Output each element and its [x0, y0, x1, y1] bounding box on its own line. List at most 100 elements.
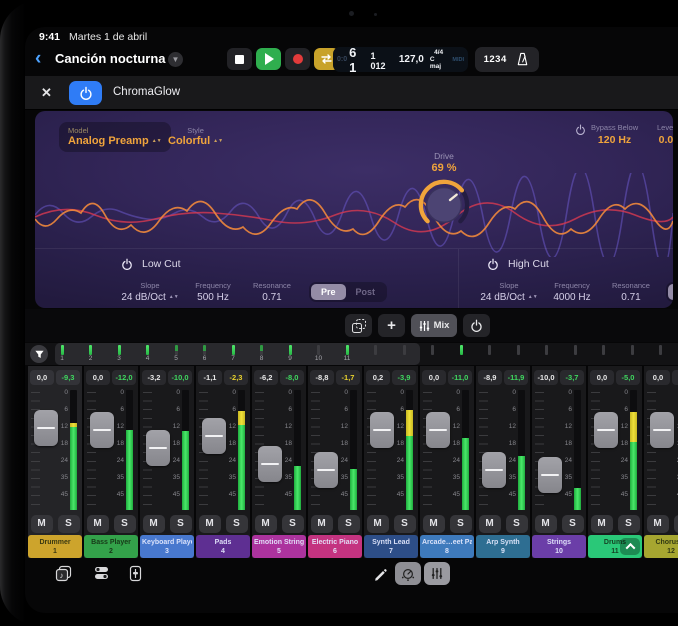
solo-button[interactable]: S	[170, 515, 192, 533]
navigator-channel-meter[interactable]: 4	[138, 345, 158, 363]
plugin-power-button[interactable]	[69, 81, 102, 105]
mute-button[interactable]: M	[423, 515, 445, 533]
fader-handle[interactable]	[426, 412, 450, 448]
solo-button[interactable]: S	[674, 515, 678, 533]
track-label[interactable]: Electric Piano 6	[308, 535, 362, 558]
mute-button[interactable]: M	[311, 515, 333, 533]
volume-value[interactable]: 0,0	[422, 370, 446, 385]
volume-value[interactable]: -3,2	[142, 370, 166, 385]
solo-button[interactable]: S	[282, 515, 304, 533]
mute-button[interactable]: M	[87, 515, 109, 533]
mute-button[interactable]: M	[479, 515, 501, 533]
bypass-power-button[interactable]	[575, 124, 586, 135]
mute-button[interactable]: M	[255, 515, 277, 533]
volume-value[interactable]: -8,9	[478, 370, 502, 385]
solo-button[interactable]: S	[58, 515, 80, 533]
low-cut-resonance[interactable]: Resonance 0.71	[247, 281, 297, 303]
track-label[interactable]: Pads 4	[196, 535, 250, 558]
navigator-channel-meter[interactable]: 9	[280, 345, 300, 363]
navigator-channel-meter[interactable]	[451, 345, 471, 355]
volume-value[interactable]: 0,2	[366, 370, 390, 385]
track-label[interactable]: Keyboard Player 3	[140, 535, 194, 558]
peak-value[interactable]: -8,0	[280, 370, 304, 385]
mute-button[interactable]: M	[31, 515, 53, 533]
mute-button[interactable]: M	[199, 515, 221, 533]
fader-handle[interactable]	[202, 418, 226, 454]
high-cut-resonance[interactable]: Resonance 0.71	[606, 281, 656, 303]
navigator-channel-meter[interactable]: 7	[223, 345, 243, 363]
count-in-button[interactable]: 1234	[484, 54, 507, 65]
browser-button[interactable]	[93, 565, 110, 581]
close-icon[interactable]: ✕	[41, 85, 52, 101]
volume-value[interactable]: -8,8	[310, 370, 334, 385]
navigator-channel-meter[interactable]: 3	[109, 345, 129, 363]
fader-panel-button[interactable]	[129, 565, 142, 582]
low-cut-frequency[interactable]: Frequency 500 Hz	[187, 281, 239, 303]
play-button[interactable]	[256, 48, 281, 70]
solo-button[interactable]: S	[338, 515, 360, 533]
track-label[interactable]: Chorus V 12	[644, 535, 678, 558]
low-cut-power-button[interactable]	[121, 258, 133, 270]
volume-value[interactable]: 0,0	[590, 370, 614, 385]
high-cut-frequency[interactable]: Frequency 4000 Hz	[546, 281, 598, 303]
track-label[interactable]: Drums 11	[588, 535, 642, 558]
solo-button[interactable]: S	[394, 515, 416, 533]
peak-value[interactable]: -3,9	[392, 370, 416, 385]
volume-value[interactable]: -1,1	[198, 370, 222, 385]
volume-value[interactable]: 0,0	[86, 370, 110, 385]
solo-button[interactable]: S	[506, 515, 528, 533]
solo-button[interactable]: S	[226, 515, 248, 533]
navigator-channel-meter[interactable]	[594, 345, 614, 355]
peak-value[interactable]: -2,3	[224, 370, 248, 385]
navigator-channel-meter[interactable]: 8	[252, 345, 272, 363]
peak-value[interactable]: -10,0	[168, 370, 192, 385]
track-label[interactable]: Strings 10	[532, 535, 586, 558]
mute-button[interactable]: M	[535, 515, 557, 533]
solo-button[interactable]: S	[562, 515, 584, 533]
fader-handle[interactable]	[482, 452, 506, 488]
navigator-channel-meter[interactable]	[508, 345, 528, 355]
solo-button[interactable]: S	[114, 515, 136, 533]
mute-button[interactable]: M	[647, 515, 669, 533]
high-cut-slope[interactable]: Slope 24 dB/Oct▲▼	[480, 281, 538, 303]
peak-value[interactable]: -11,0	[448, 370, 472, 385]
solo-button[interactable]: S	[618, 515, 640, 533]
edit-pencil-icon[interactable]	[373, 567, 387, 581]
navigator-channel-meter[interactable]	[480, 345, 500, 355]
mute-button[interactable]: M	[591, 515, 613, 533]
fader-handle[interactable]	[146, 430, 170, 466]
lcd-display[interactable]: 0:0 6 1 1 012 127,0 4/4 C maj MIDI	[333, 47, 468, 72]
song-menu-chevron-icon[interactable]: ▼	[168, 52, 183, 67]
fader-handle[interactable]	[370, 412, 394, 448]
solo-button[interactable]: S	[450, 515, 472, 533]
navigator-channel-meter[interactable]	[622, 345, 642, 355]
track-label[interactable]: Arp Synth 9	[476, 535, 530, 558]
metronome-icon[interactable]	[515, 52, 530, 67]
post-button[interactable]: Post	[346, 284, 386, 300]
navigator-channel-meter[interactable]: 2	[81, 345, 101, 363]
level-control[interactable]: Level 0.0	[657, 123, 673, 146]
mixer-power-button[interactable]	[463, 314, 490, 337]
volume-value[interactable]: -6,2	[254, 370, 278, 385]
model-selector[interactable]: Model Analog Preamp▲▼	[59, 122, 171, 152]
navigator-channel-meter[interactable]	[565, 345, 585, 355]
back-chevron-icon[interactable]: ‹	[35, 48, 41, 70]
fader-handle[interactable]	[90, 412, 114, 448]
track-label[interactable]: Bass Player 2	[84, 535, 138, 558]
peak-value[interactable]: -3,7	[560, 370, 584, 385]
navigator-channel-meter[interactable]: 5	[166, 345, 186, 363]
style-selector[interactable]: Style Colorful▲▼	[168, 126, 223, 147]
track-label[interactable]: Arcade…eet Pad 8	[420, 535, 474, 558]
stop-button[interactable]	[227, 48, 252, 70]
navigator-channel-meter[interactable]	[651, 345, 671, 355]
loop-browser-button[interactable]: ♪	[55, 565, 73, 582]
fader-handle[interactable]	[258, 446, 282, 482]
mute-button[interactable]: M	[367, 515, 389, 533]
volume-value[interactable]: 0,0	[30, 370, 54, 385]
fader-handle[interactable]	[314, 452, 338, 488]
track-label[interactable]: Drummer 1	[28, 535, 82, 558]
drive-knob[interactable]	[415, 176, 473, 228]
volume-value[interactable]: -10,0	[534, 370, 558, 385]
peak-value[interactable]: -9,3	[56, 370, 80, 385]
peak-value[interactable]: -12,0	[112, 370, 136, 385]
